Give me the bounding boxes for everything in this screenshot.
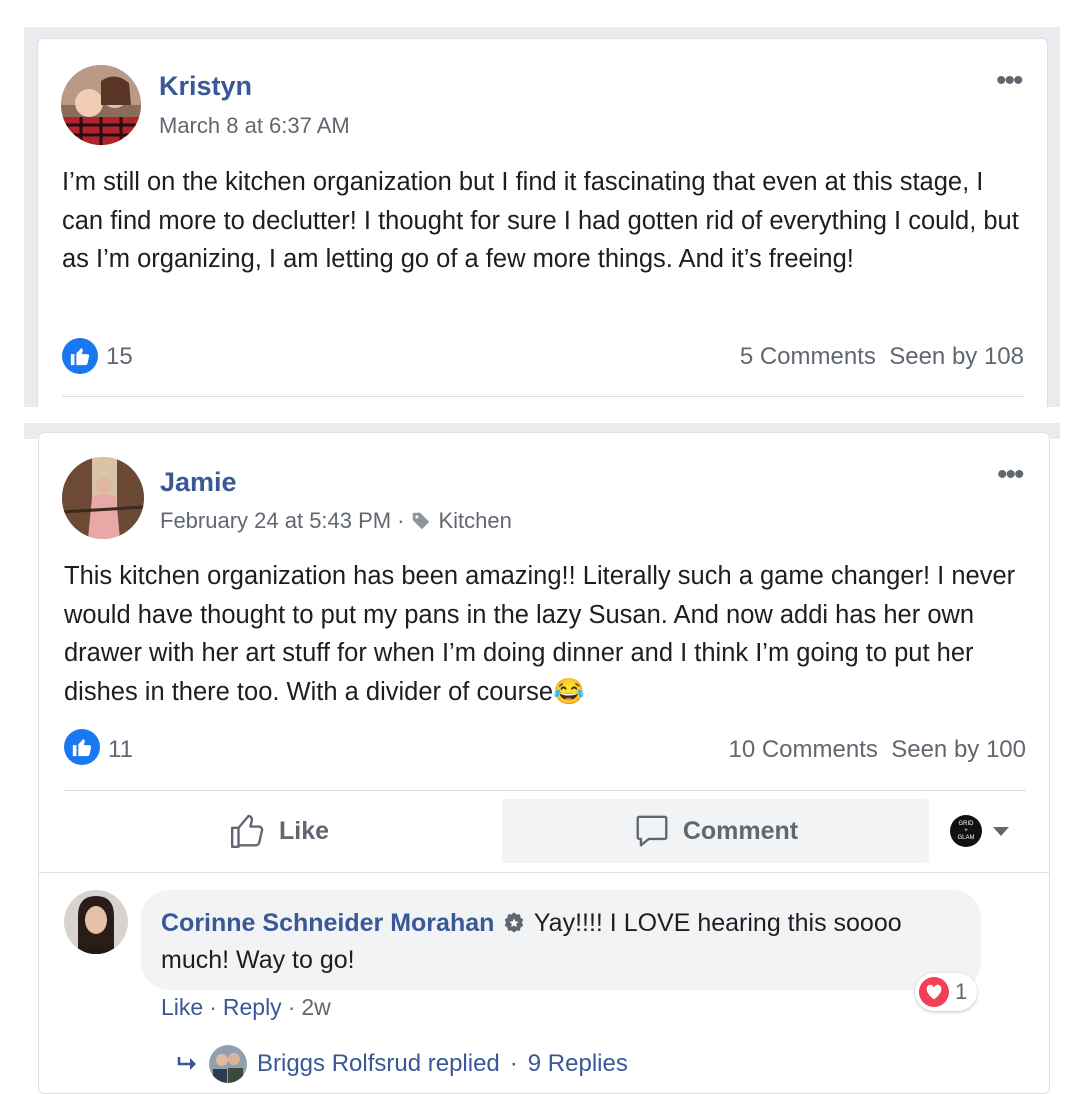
more-icon[interactable]: •••	[997, 460, 1024, 490]
caret-down-icon	[992, 825, 1010, 837]
post-as-page-selector[interactable]: GRID + GLAM	[950, 815, 1010, 847]
more-icon[interactable]: •••	[996, 66, 1023, 96]
comment-like-link[interactable]: Like	[161, 994, 203, 1021]
avatar-kristyn[interactable]	[61, 65, 141, 145]
like-button-label: Like	[278, 816, 330, 845]
comments-divider	[39, 872, 1049, 873]
avatar-corinne[interactable]	[64, 890, 128, 954]
post-gap	[0, 407, 1080, 423]
comment-age[interactable]: 2w	[301, 994, 330, 1021]
post-timestamp[interactable]: February 24 at 5:43 PM	[160, 508, 391, 534]
page-logo-text: GRID + GLAM	[957, 820, 975, 841]
tag-icon	[410, 510, 432, 532]
post-text-body: This kitchen organization has been amazi…	[64, 562, 1016, 706]
comments-count-link[interactable]: 5 Comments	[740, 343, 876, 370]
love-reaction[interactable]: 1	[915, 973, 978, 1011]
seen-by-count[interactable]: Seen by 108	[889, 343, 1024, 370]
avatar-briggs	[209, 1045, 247, 1083]
post-card-kristyn: Kristyn March 8 at 6:37 AM ••• I’m still…	[37, 38, 1048, 439]
separator: ·	[509, 1050, 518, 1077]
like-button[interactable]: Like	[64, 799, 494, 863]
separator: ·	[209, 994, 217, 1020]
replies-row[interactable]: Briggs Rolfsrud replied · 9 Replies	[177, 1045, 628, 1083]
verified-badge-icon	[503, 912, 525, 934]
post-card-jamie: Jamie February 24 at 5:43 PM · Kitchen •…	[38, 432, 1050, 1094]
comment-reply-link[interactable]: Reply	[223, 994, 282, 1021]
post-topic-tag[interactable]: Kitchen	[438, 508, 511, 534]
post-author[interactable]: Jamie	[160, 467, 237, 498]
love-icon	[919, 977, 949, 1007]
separator: ·	[287, 994, 296, 1020]
thumbs-up-icon	[229, 812, 267, 850]
post-meta: February 24 at 5:43 PM · Kitchen	[160, 508, 512, 534]
reply-arrow-icon	[177, 1055, 199, 1073]
comment-content: Corinne Schneider Morahan Yay!!!! I LOVE…	[161, 905, 951, 979]
post-text: I’m still on the kitchen organization bu…	[62, 168, 1019, 273]
comment-actions: Like · Reply · 2w	[161, 994, 331, 1021]
replies-author: Briggs Rolfsrud replied	[257, 1050, 500, 1077]
avatar-jamie[interactable]	[62, 457, 144, 539]
comments-count-link[interactable]: 10 Comments	[728, 736, 877, 763]
comment-author[interactable]: Corinne Schneider Morahan	[161, 909, 494, 937]
like-badge-icon[interactable]	[64, 729, 100, 765]
meta-separator: ·	[397, 508, 405, 533]
comment-button[interactable]: Comment	[502, 799, 929, 863]
like-count[interactable]: 15	[106, 343, 133, 371]
seen-by-count[interactable]: Seen by 100	[891, 736, 1026, 763]
post-stats: 10 Comments Seen by 100	[728, 736, 1026, 764]
comment-icon	[633, 812, 671, 850]
like-badge-icon[interactable]	[62, 338, 98, 374]
post-divider	[62, 396, 1024, 397]
comment-button-label: Comment	[682, 816, 799, 845]
post-author[interactable]: Kristyn	[159, 71, 252, 102]
post-divider	[64, 790, 1026, 791]
like-count[interactable]: 11	[108, 736, 133, 764]
laughing-emoji: 😂	[553, 677, 585, 706]
post-stats: 5 Comments Seen by 108	[740, 343, 1024, 371]
reaction-count: 1	[955, 979, 968, 1004]
replies-count: 9 Replies	[527, 1050, 628, 1077]
post-timestamp[interactable]: March 8 at 6:37 AM	[159, 113, 350, 139]
post-text: This kitchen organization has been amazi…	[64, 557, 1029, 711]
page-avatar: GRID + GLAM	[950, 815, 982, 847]
